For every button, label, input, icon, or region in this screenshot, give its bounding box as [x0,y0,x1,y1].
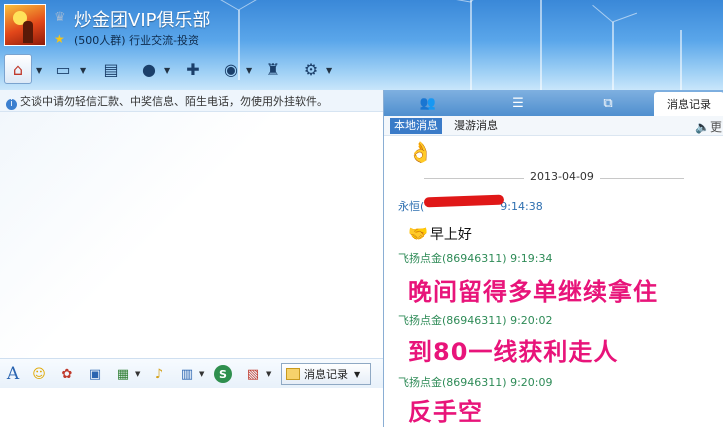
tab-list[interactable]: ☰ [474,90,562,116]
star-icon: ★ [54,32,65,46]
font-icon[interactable]: A [4,364,22,384]
date-label: 2013-04-09 [524,170,600,183]
group-avatar[interactable] [4,4,46,46]
tab-members[interactable]: 👥 [384,90,472,116]
smile-icon[interactable]: ☺ [30,365,48,383]
s-icon[interactable]: S [214,365,232,383]
poll-icon[interactable]: ▧ [244,365,262,383]
list-item: 反手空 [408,398,483,426]
gear-icon[interactable]: ⚙ [298,56,324,82]
speaker-control[interactable]: 🔈更 [695,118,722,135]
history-label: 消息记录 [304,368,348,381]
message-sender: 飞扬点金(86946311) 9:19:34 [398,252,553,265]
message-sender: 飞扬点金(86946311) 9:20:02 [398,314,553,327]
list-item: 到80一线获利走人 [408,338,619,366]
screenshot-icon[interactable]: ▣ [86,365,104,383]
chevron-down-icon[interactable]: ▼ [164,66,170,75]
tab-local-messages[interactable]: 本地消息 [390,118,442,134]
history-subtabs: 本地消息 漫游消息 🔈更 [384,116,723,136]
scroll-icon[interactable]: ▥ [178,365,196,383]
tab-windows[interactable]: ⧉ [564,90,652,116]
chevron-down-icon[interactable]: ▼ [246,66,252,75]
microphone-icon[interactable]: ● [136,56,162,82]
tab-roaming-messages[interactable]: 漫游消息 [450,118,502,134]
info-icon: i [6,99,17,110]
webcam-icon[interactable]: ◉ [218,56,244,82]
speaker-icon: 🔈 [695,120,710,134]
message-list[interactable]: 👌 2013-04-09 永恒(9:14:38 🤝 早上好 飞扬点金(869463… [384,136,723,427]
chevron-down-icon[interactable]: ▼ [36,66,42,75]
notice-text: 交谈中请勿轻信汇款、中奖信息、陌生电话，勿使用外挂软件。 [20,95,328,108]
tab-message-history[interactable]: 消息记录 [654,92,723,116]
handshake-icon: 🤝 [408,224,428,243]
group-header: ♛ 炒金团VIP俱乐部 ★ (500人群) 行业交流-投资 ⌂ ▼ ▭ ▼ ▤ … [0,0,723,90]
chevron-down-icon[interactable]: ▼ [135,370,140,378]
chat-message-area[interactable] [0,112,383,358]
chevron-down-icon[interactable]: ▼ [266,370,271,378]
image-icon[interactable]: ▦ [114,365,132,383]
crown-icon: ♛ [54,10,66,25]
chevron-down-icon: ▼ [354,369,361,379]
music-icon[interactable]: ♪ [150,365,168,383]
history-icon [286,368,300,380]
windows-icon: ⧉ [603,95,613,111]
ok-hand-icon: 👌 [408,140,433,164]
group-info[interactable]: (500人群) 行业交流-投资 [74,32,199,48]
home-icon[interactable]: ⌂ [4,54,32,84]
security-notice: i 交谈中请勿轻信汇款、中奖信息、陌生电话，勿使用外挂软件。 [0,90,383,112]
input-toolbar: A ☺ ✿ ▣ ▦ ▼ ♪ ▥ ▼ S ▧ ▼ 消息记录 ▼ [0,358,383,388]
book-icon[interactable]: ▤ [98,56,124,82]
message-input[interactable] [0,388,383,427]
add-chat-icon[interactable]: ✚ [180,56,206,82]
folder-icon[interactable]: ▭ [50,56,76,82]
chevron-down-icon[interactable]: ▼ [326,66,332,75]
police-icon[interactable]: ♜ [260,56,286,82]
message-history-button[interactable]: 消息记录 ▼ [281,363,371,385]
list-item: 🤝 早上好 [408,224,472,243]
group-toolbar: ⌂ ▼ ▭ ▼ ▤ ● ▼ ✚ ◉ ▼ ♜ ⚙ ▼ [0,52,360,88]
right-panel-tabs: 👥 ☰ ⧉ 消息记录 [384,90,723,116]
members-icon: 👥 [419,95,437,111]
chevron-down-icon[interactable]: ▼ [80,66,86,75]
list-icon: ☰ [512,95,524,111]
chevron-down-icon[interactable]: ▼ [199,370,204,378]
right-panel: 👥 ☰ ⧉ 消息记录 本地消息 漫游消息 🔈更 👌 2013-04-09 永恒(… [383,90,723,427]
list-item: 晚间留得多单继续拿住 [408,278,658,306]
group-name: 炒金团VIP俱乐部 [74,10,211,31]
gift-icon[interactable]: ✿ [58,365,76,383]
speaker-text: 更 [709,120,722,134]
message-sender: 飞扬点金(86946311) 9:20:09 [398,376,553,389]
